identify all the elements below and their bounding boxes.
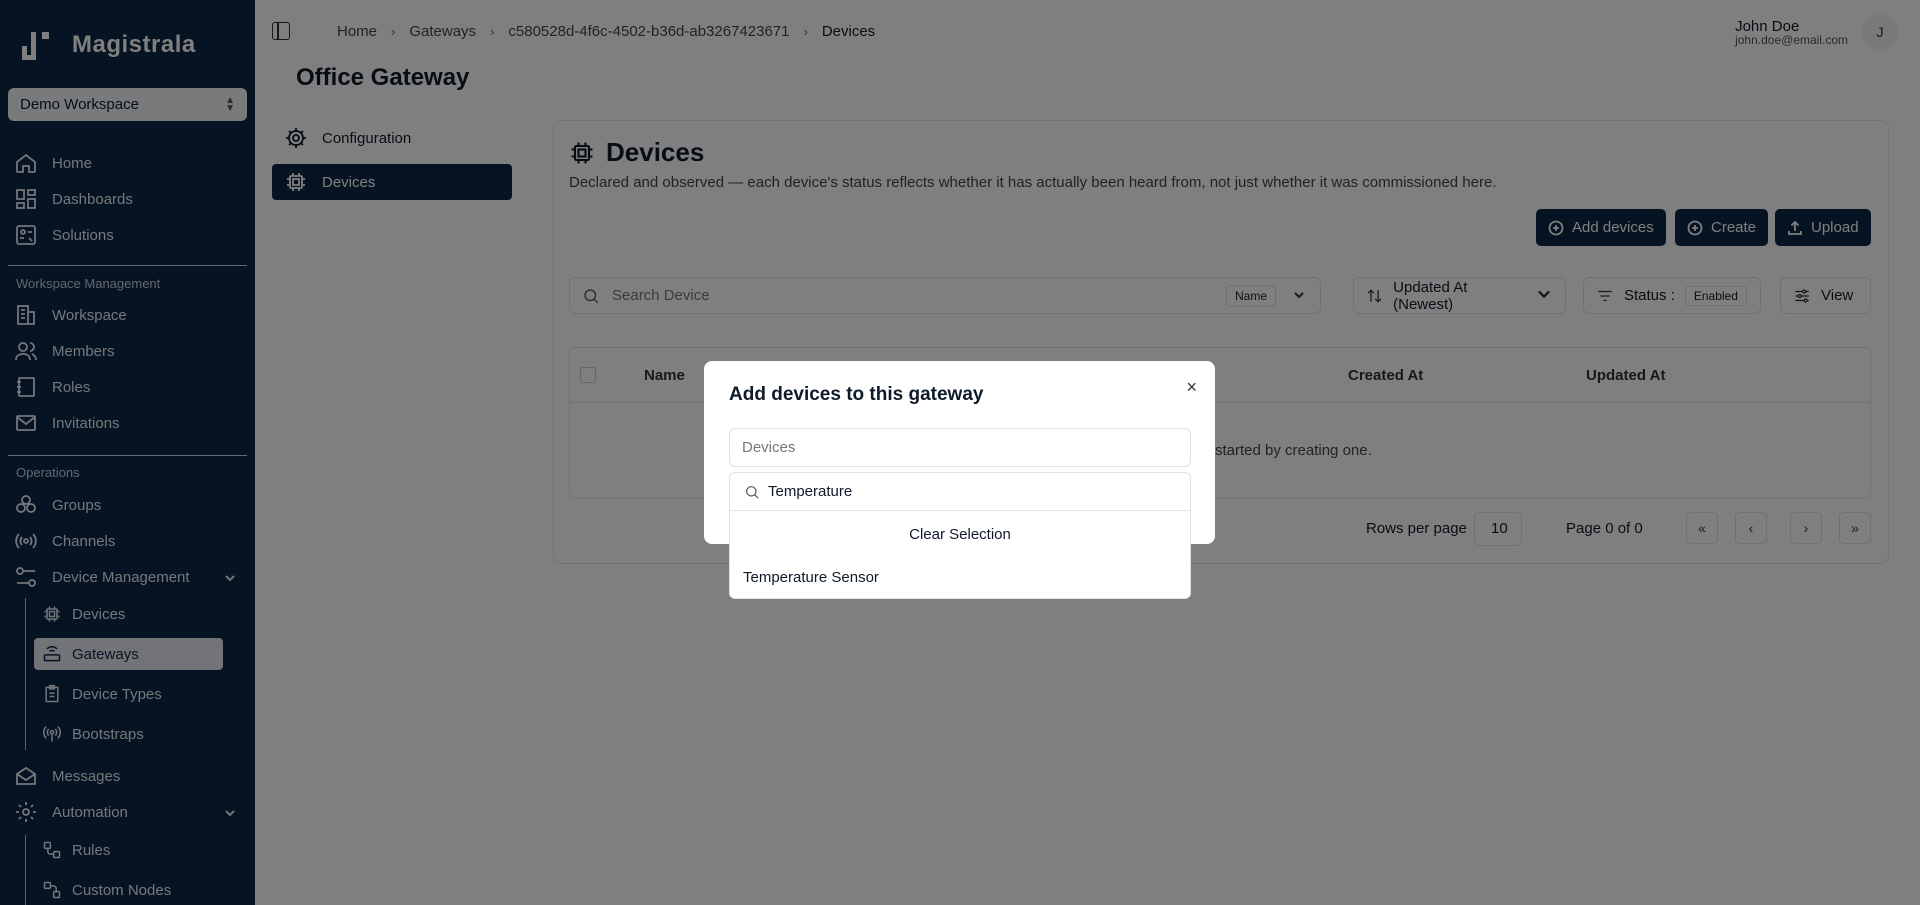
devices-dropdown: Temperature Clear Selection Temperature … [729, 472, 1191, 599]
search-icon [746, 485, 759, 498]
dropdown-search-input[interactable]: Temperature [730, 473, 1190, 511]
devices-multiselect[interactable]: Devices [729, 428, 1191, 467]
dropdown-option[interactable]: Temperature Sensor [743, 569, 879, 586]
dialog-title: Add devices to this gateway [729, 384, 984, 405]
close-icon[interactable]: × [1186, 377, 1197, 398]
clear-selection-button[interactable]: Clear Selection [730, 517, 1190, 553]
dropdown-search-value: Temperature [768, 483, 853, 500]
